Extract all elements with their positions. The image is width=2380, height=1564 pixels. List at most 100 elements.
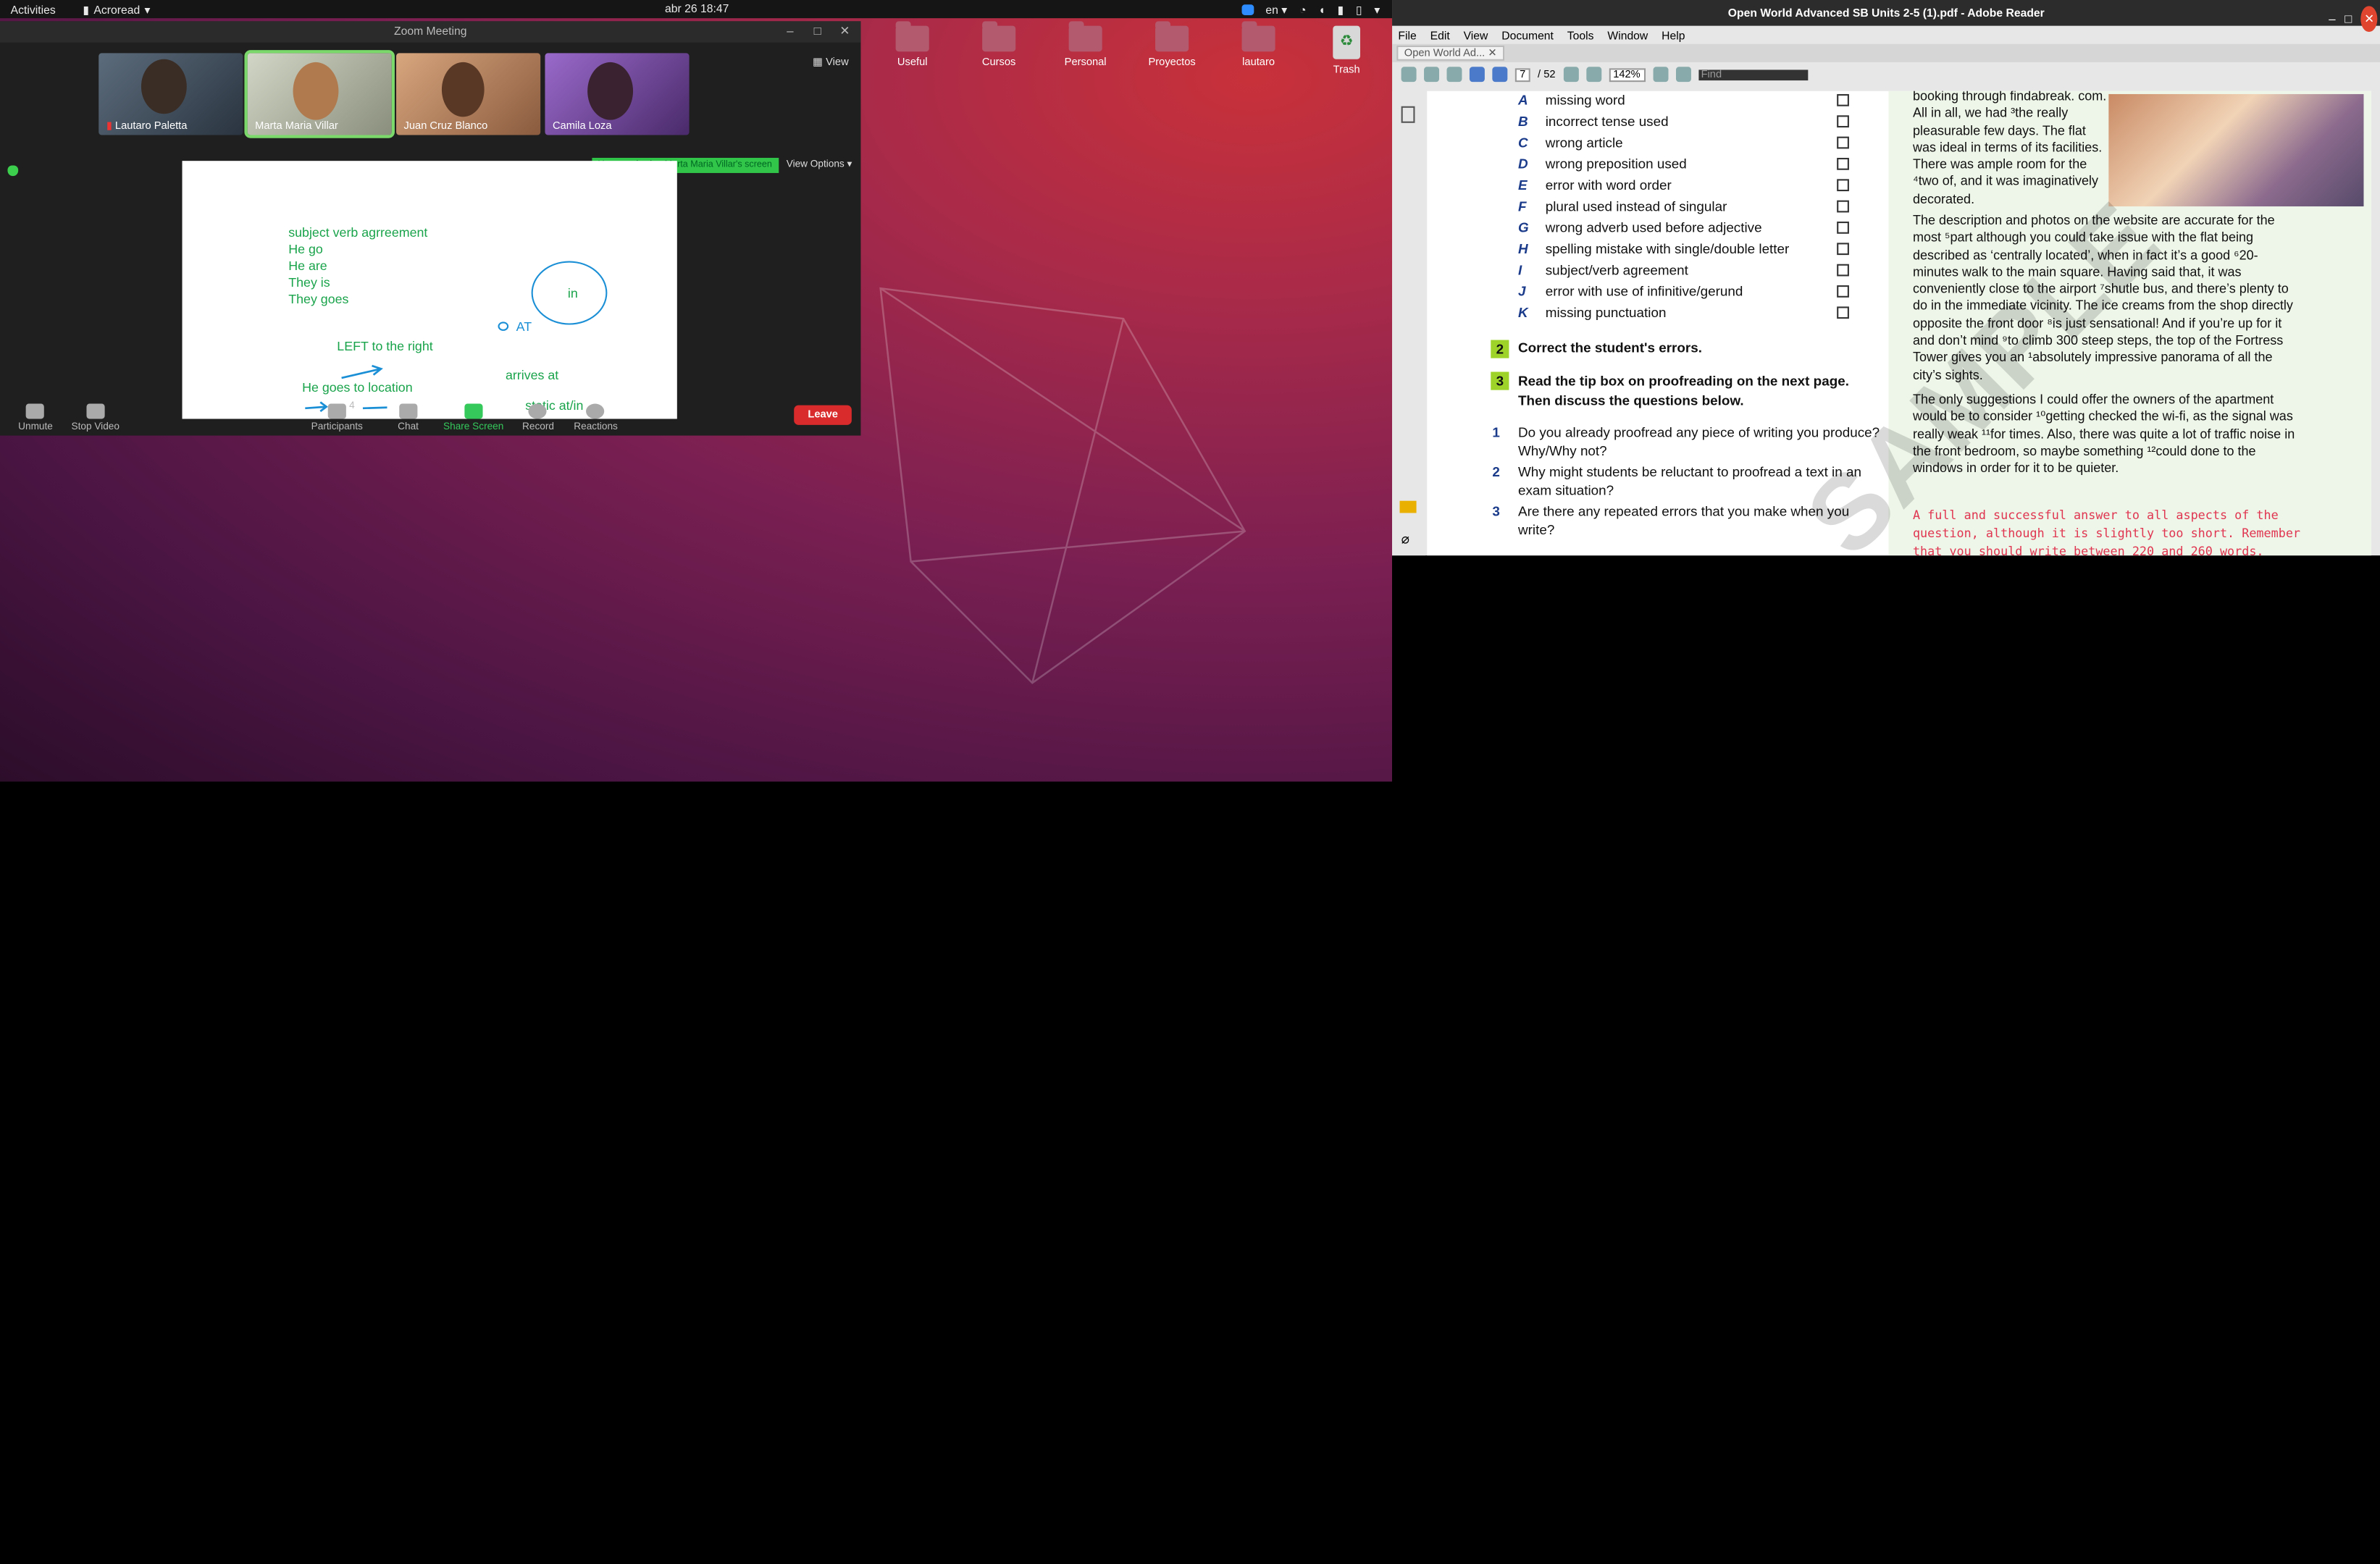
- battery-icon: ▯: [1355, 2, 1362, 17]
- shared-whiteboard: subject verb agrreement He go He are The…: [182, 161, 677, 419]
- answer-checkbox[interactable]: [1837, 136, 1849, 149]
- microphone-icon: ▮: [1337, 2, 1344, 17]
- question-number: 1: [1492, 424, 1500, 440]
- activities-button[interactable]: Activities: [11, 2, 56, 16]
- close-icon[interactable]: ✕: [2360, 6, 2378, 33]
- desktop-trash[interactable]: ♻ Trash: [1313, 25, 1380, 76]
- leave-button[interactable]: Leave: [794, 405, 852, 425]
- teacher-feedback: A full and successful answer to all aspe…: [1912, 508, 2301, 556]
- view-button[interactable]: ▦ View: [813, 56, 849, 69]
- error-list-item: Hspelling mistake with single/double let…: [1518, 241, 1789, 256]
- participant-tile[interactable]: ▮ Lautaro Paletta: [99, 53, 243, 135]
- find-input[interactable]: Find: [1698, 69, 1808, 80]
- item-text: missing punctuation: [1545, 305, 1667, 321]
- minimize-icon[interactable]: –: [784, 21, 797, 42]
- view-options-button[interactable]: View Options ▾: [787, 158, 852, 170]
- menu-file[interactable]: File: [1398, 28, 1416, 42]
- answer-checkbox[interactable]: [1837, 115, 1849, 128]
- maximize-icon[interactable]: □: [2345, 6, 2352, 32]
- item-letter: I: [1518, 262, 1522, 278]
- next-page-icon[interactable]: [1492, 67, 1508, 83]
- close-icon[interactable]: ✕: [1488, 49, 1496, 59]
- participant-tile[interactable]: Juan Cruz Blanco: [396, 53, 541, 135]
- answer-checkbox[interactable]: [1837, 222, 1849, 234]
- language-indicator[interactable]: en ▾: [1265, 2, 1287, 16]
- attachment-icon[interactable]: ⌀: [1401, 531, 1409, 548]
- desktop-folder-personal[interactable]: Personal: [1052, 21, 1119, 68]
- participant-name: Camila Loza: [552, 121, 612, 133]
- muted-icon: ▮: [106, 121, 112, 133]
- grid-icon: ▦: [813, 57, 824, 69]
- stop-video-button[interactable]: Stop Video: [72, 403, 120, 432]
- board-text: arrives at: [505, 367, 559, 383]
- system-menu-icon[interactable]: ▾: [1374, 2, 1380, 16]
- security-shield-icon[interactable]: [7, 165, 19, 177]
- fit-page-icon[interactable]: [1652, 67, 1668, 83]
- zoom-in-icon[interactable]: [1585, 67, 1601, 83]
- answer-checkbox[interactable]: [1837, 179, 1849, 192]
- menu-help[interactable]: Help: [1662, 28, 1685, 42]
- participant-tile[interactable]: Camila Loza: [545, 53, 690, 135]
- zoom-out-icon[interactable]: [1563, 67, 1578, 83]
- app-menu[interactable]: ▮ Acroread ▾: [83, 2, 150, 16]
- zoom-tray-icon[interactable]: [1241, 4, 1254, 14]
- zoom-level-input[interactable]: 142%: [1608, 67, 1646, 82]
- answer-checkbox[interactable]: [1837, 200, 1849, 213]
- zoom-titlebar[interactable]: Zoom Meeting – □ ✕: [0, 21, 861, 43]
- error-list-item: Amissing word: [1518, 93, 1625, 108]
- desktop-left: Activities ▮ Acroread ▾ abr 26 18:47 en ▾ …: [0, 0, 1393, 782]
- answer-checkbox[interactable]: [1837, 243, 1849, 256]
- comments-icon[interactable]: [1399, 500, 1417, 513]
- error-list-item: Gwrong adverb used before adjective: [1518, 220, 1762, 235]
- print-icon[interactable]: [1401, 67, 1417, 83]
- chat-button[interactable]: Chat: [398, 403, 419, 432]
- answer-checkbox[interactable]: [1837, 157, 1849, 170]
- menu-document[interactable]: Document: [1501, 28, 1554, 42]
- exercise-instruction: Correct the student's errors.: [1518, 340, 1702, 356]
- control-label: Share Screen: [443, 421, 504, 433]
- view-label: View: [826, 57, 849, 69]
- unmute-button[interactable]: Unmute: [18, 403, 53, 432]
- answer-checkbox[interactable]: [1837, 264, 1849, 277]
- reader-titlebar[interactable]: Open World Advanced SB Units 2-5 (1).pdf…: [1392, 0, 2380, 33]
- answer-checkbox[interactable]: [1837, 93, 1849, 106]
- email-icon[interactable]: [1424, 67, 1440, 83]
- page-count: / 52: [1538, 69, 1556, 80]
- wallpaper-lines: [879, 287, 1246, 684]
- exercise-number: 2: [1491, 340, 1509, 358]
- pages-panel-icon[interactable]: [1401, 106, 1415, 123]
- item-text: plural used instead of singular: [1545, 198, 1727, 214]
- adobe-reader-window: Open World Advanced SB Units 2-5 (1).pdf…: [1392, 0, 2380, 556]
- participant-tile-active[interactable]: Marta Maria Villar: [244, 50, 395, 138]
- maximize-icon[interactable]: □: [810, 21, 824, 42]
- menu-tools[interactable]: Tools: [1567, 28, 1594, 42]
- desktop-folder-cursos[interactable]: Cursos: [965, 21, 1032, 68]
- share-screen-button[interactable]: Share Screen: [443, 403, 504, 433]
- error-list-item: Isubject/verb agreement: [1518, 263, 1688, 278]
- minimize-icon[interactable]: –: [2329, 6, 2335, 32]
- close-icon[interactable]: ✕: [838, 21, 852, 42]
- item-letter: F: [1518, 198, 1527, 214]
- fit-width-icon[interactable]: [1675, 67, 1690, 83]
- previous-page-icon[interactable]: [1469, 67, 1485, 83]
- reactions-button[interactable]: Reactions: [574, 403, 618, 432]
- desktop-folder-home[interactable]: lautaro: [1225, 21, 1291, 68]
- menu-edit[interactable]: Edit: [1430, 28, 1450, 42]
- menu-window[interactable]: Window: [1607, 28, 1648, 42]
- desktop-right: Open World Advanced SB Units 2-5 (1).pdf…: [1392, 0, 2380, 782]
- answer-checkbox[interactable]: [1837, 306, 1849, 319]
- clock[interactable]: abr 26 18:47: [665, 1, 729, 15]
- record-button[interactable]: Record: [522, 403, 554, 432]
- page-number-input[interactable]: 7: [1514, 67, 1530, 82]
- collaborate-icon[interactable]: [1446, 67, 1462, 83]
- answer-checkbox[interactable]: [1837, 285, 1849, 298]
- board-text: He are: [288, 258, 327, 274]
- document-tab[interactable]: Open World Ad... ✕: [1396, 45, 1505, 61]
- participants-count: 4: [349, 400, 355, 412]
- exercise-instruction: Read the tip box on proofreading on the …: [1518, 373, 1849, 408]
- desktop-folder-useful[interactable]: Useful: [879, 21, 946, 68]
- participant-name: Juan Cruz Blanco: [403, 121, 488, 133]
- volume-icon: ◖: [1318, 2, 1325, 17]
- menu-view[interactable]: View: [1464, 28, 1488, 42]
- desktop-folder-proyectos[interactable]: Proyectos: [1139, 21, 1205, 68]
